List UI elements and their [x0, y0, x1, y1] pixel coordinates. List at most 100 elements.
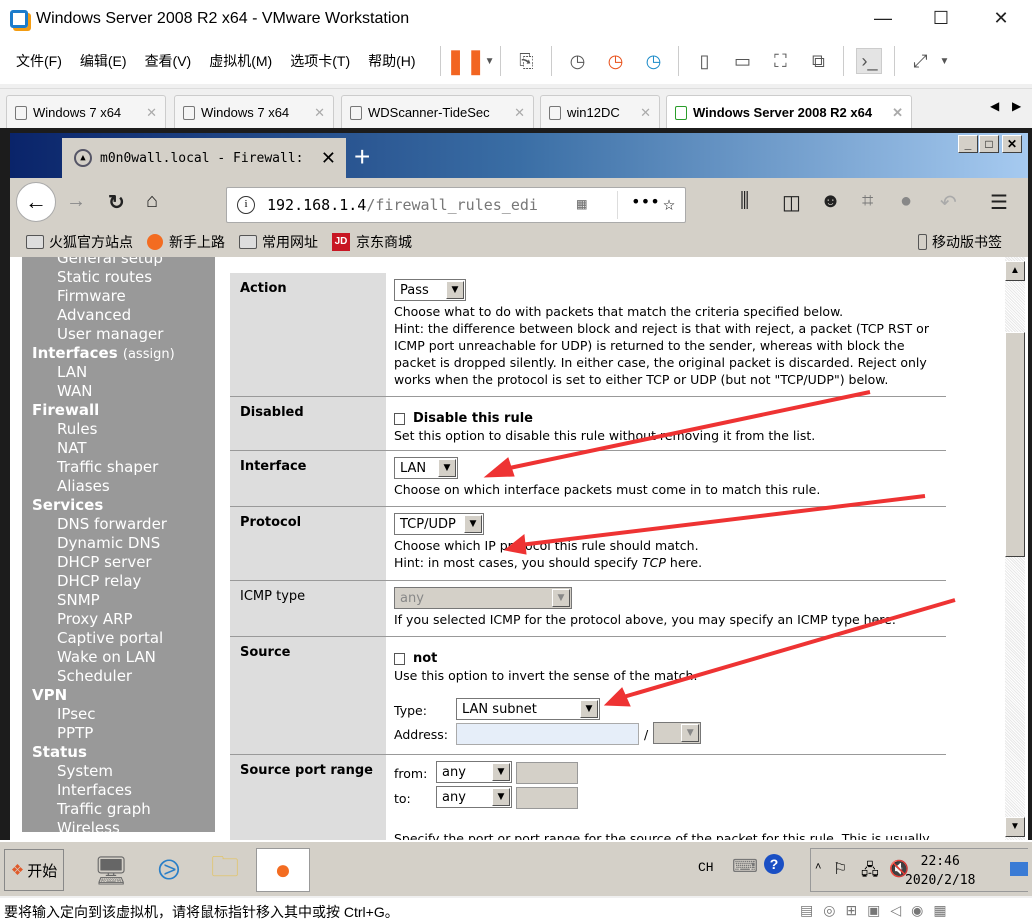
- close-tab-icon[interactable]: ✕: [321, 148, 336, 169]
- maximize-button[interactable]: □: [979, 135, 999, 153]
- chevron-down-icon[interactable]: ▼: [485, 56, 495, 67]
- sidebar-section[interactable]: Firewall: [32, 401, 215, 420]
- sidebar-item[interactable]: Scheduler: [32, 667, 215, 686]
- info-icon[interactable]: i: [237, 196, 255, 214]
- keyboard-icon[interactable]: ⌨: [732, 856, 758, 877]
- menu-view[interactable]: 查看(V): [145, 51, 192, 71]
- browser-tab[interactable]: ▲ m0n0wall.local - Firewall: ✕: [62, 138, 346, 178]
- sidebar-item[interactable]: Firmware: [32, 287, 215, 306]
- close-icon[interactable]: ✕: [314, 105, 325, 121]
- menu-vm[interactable]: 虚拟机(M): [209, 51, 272, 71]
- menu-edit[interactable]: 编辑(E): [80, 51, 127, 71]
- network-warning-icon[interactable]: 🖧: [861, 859, 879, 886]
- sidebar-section[interactable]: Interfaces (assign): [32, 344, 215, 363]
- sidebar-item[interactable]: Interfaces: [32, 781, 215, 800]
- maximize-button[interactable]: ☐: [926, 8, 956, 29]
- show-hidden-icons[interactable]: ˄: [815, 861, 821, 873]
- sidebar-item[interactable]: Wireless: [32, 819, 215, 838]
- console-icon[interactable]: ›_: [856, 48, 883, 74]
- device-icons[interactable]: ▤◎⊞▣◁◉▦: [800, 902, 957, 919]
- sidebar-item[interactable]: Dynamic DNS: [32, 534, 215, 553]
- vm-tab[interactable]: WDScanner-TideSec ✕: [341, 95, 534, 129]
- sidebar-item[interactable]: General setup: [32, 257, 215, 268]
- source-not-checkbox[interactable]: [394, 652, 405, 665]
- sidebar-item[interactable]: DHCP server: [32, 553, 215, 572]
- thumbnail-view-icon[interactable]: ▭: [729, 48, 755, 74]
- sidebar-item[interactable]: DHCP relay: [32, 572, 215, 591]
- sidebar-item[interactable]: System: [32, 762, 215, 781]
- sidebar-item[interactable]: User manager: [32, 325, 215, 344]
- close-icon[interactable]: ✕: [640, 105, 651, 121]
- sidebar-item[interactable]: WAN: [32, 382, 215, 401]
- bookmark-item[interactable]: 火狐官方站点: [26, 232, 133, 252]
- snapshot-manager-icon[interactable]: ◷: [640, 48, 666, 74]
- scroll-down-icon[interactable]: ▼: [1005, 817, 1025, 837]
- sidebar-view-icon[interactable]: ▯: [691, 48, 717, 74]
- chat-icon[interactable]: ●: [900, 190, 912, 213]
- source-type-select[interactable]: LAN subnet ▼: [456, 698, 600, 720]
- disable-rule-checkbox[interactable]: [394, 412, 405, 425]
- snapshot-icon[interactable]: ◷: [564, 48, 590, 74]
- action-select[interactable]: Pass ▼: [394, 279, 466, 301]
- library-icon[interactable]: ⫼: [740, 190, 749, 213]
- minimize-button[interactable]: _: [958, 135, 978, 153]
- chevron-down-icon[interactable]: ▼: [939, 56, 949, 67]
- sidebar-item[interactable]: Advanced: [32, 306, 215, 325]
- forward-button[interactable]: →: [66, 190, 86, 213]
- bookmark-item[interactable]: JD 京东商城: [332, 232, 412, 252]
- sidebar-item[interactable]: Wake on LAN: [32, 648, 215, 667]
- vm-tab-active[interactable]: Windows Server 2008 R2 x64 ✕: [666, 95, 912, 129]
- scroll-up-icon[interactable]: ▲: [1005, 261, 1025, 281]
- back-button[interactable]: ←: [16, 182, 56, 222]
- close-button[interactable]: ✕: [1002, 135, 1022, 153]
- vm-tab[interactable]: Windows 7 x64 ✕: [6, 95, 166, 129]
- mobile-bookmarks[interactable]: 移动版书签: [918, 232, 1002, 252]
- scroll-tabs-right-icon[interactable]: ▶: [1012, 99, 1021, 113]
- bookmark-star-icon[interactable]: ☆: [663, 191, 675, 215]
- bookmark-item[interactable]: 常用网址: [239, 232, 318, 252]
- sidebar-item[interactable]: Rules: [32, 420, 215, 439]
- sidebar-item[interactable]: DNS forwarder: [32, 515, 215, 534]
- menu-icon[interactable]: ☰: [990, 190, 1008, 215]
- minimize-button[interactable]: —: [868, 8, 898, 29]
- sidebar-item[interactable]: LAN: [32, 363, 215, 382]
- pause-icon[interactable]: ❚❚: [445, 48, 485, 75]
- sidebar-section[interactable]: Status: [32, 743, 215, 762]
- unity-icon[interactable]: ⧉: [805, 48, 831, 74]
- qr-code-icon[interactable]: ▦: [577, 194, 587, 213]
- vm-tab[interactable]: Windows 7 x64 ✕: [174, 95, 334, 129]
- action-center-flag-icon[interactable]: ⚐: [833, 859, 847, 879]
- menu-file[interactable]: 文件(F): [16, 51, 62, 71]
- sidebar-item[interactable]: SNMP: [32, 591, 215, 610]
- screenshot-icon[interactable]: ⌗: [862, 190, 873, 213]
- undo-icon[interactable]: ↶: [940, 190, 957, 215]
- send-ctrl-alt-del-icon[interactable]: ⎘: [513, 48, 539, 74]
- close-icon[interactable]: ✕: [146, 105, 157, 121]
- sidebar-item[interactable]: Captive portal: [32, 629, 215, 648]
- url-bar[interactable]: i 192.168.1.4/firewall_rules_edi ▦ ••• ☆: [226, 187, 686, 223]
- fullscreen-icon[interactable]: ⛶: [767, 48, 793, 74]
- interface-select[interactable]: LAN ▼: [394, 457, 458, 479]
- bookmark-item[interactable]: 新手上路: [147, 232, 225, 252]
- start-button[interactable]: ❖ 开始: [4, 849, 64, 891]
- assign-link[interactable]: (assign): [123, 347, 175, 362]
- account-icon[interactable]: ☻: [820, 190, 841, 213]
- stretch-icon[interactable]: ⤢: [907, 48, 933, 74]
- show-desktop-icon[interactable]: [1010, 862, 1028, 876]
- explorer-icon[interactable]: 🗀: [198, 848, 252, 892]
- reload-button[interactable]: ↻: [108, 190, 125, 215]
- sidebar-icon[interactable]: ◫: [782, 190, 801, 215]
- protocol-select[interactable]: TCP/UDP ▼: [394, 513, 484, 535]
- sidebar-item[interactable]: IPsec: [32, 705, 215, 724]
- sidebar-section[interactable]: Services: [32, 496, 215, 515]
- powershell-icon[interactable]: ⧁: [142, 848, 196, 892]
- close-button[interactable]: ✕: [986, 8, 1016, 29]
- close-icon[interactable]: ✕: [892, 105, 903, 121]
- home-button[interactable]: ⌂: [146, 190, 158, 213]
- firefox-taskbar-icon[interactable]: ●: [256, 848, 310, 892]
- scroll-thumb[interactable]: [1005, 332, 1025, 557]
- to-port-select[interactable]: any ▼: [436, 786, 512, 808]
- sidebar-item[interactable]: Traffic shaper: [32, 458, 215, 477]
- from-port-select[interactable]: any ▼: [436, 761, 512, 783]
- sidebar-item[interactable]: Aliases: [32, 477, 215, 496]
